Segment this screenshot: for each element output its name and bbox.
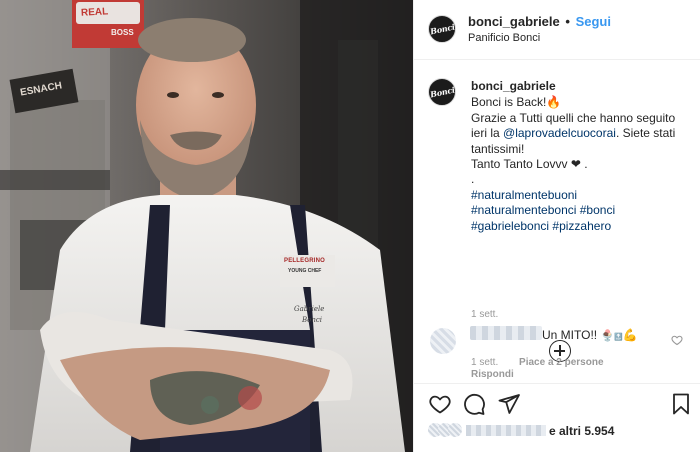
username-link[interactable]: bonci_gabriele	[468, 14, 560, 29]
caption-avatar-logo-text: Bonci	[428, 84, 456, 100]
avatar[interactable]: Bonci	[428, 15, 456, 43]
speech-bubble-icon[interactable]	[462, 392, 486, 416]
jacket-name-2: Bonci	[302, 316, 323, 324]
caption-line-1: Bonci is Back!🔥	[471, 95, 693, 110]
flexed-biceps-emoji: 💪	[622, 328, 638, 342]
jacket-name-1: Gabriele	[294, 305, 325, 313]
comment-text: Un MITO!! 🍨🔝💪	[542, 328, 638, 342]
caption-line-2: Grazie a Tutti quelli che hanno seguito …	[471, 111, 693, 157]
commenter-avatar[interactable]	[430, 328, 456, 354]
comment-meta: 1 sett. Piace a 2 persone	[471, 357, 604, 368]
hashtag-link[interactable]: #naturalmentebonci	[471, 203, 576, 217]
top-emoji: 🔝	[614, 334, 623, 341]
caption-line-1-text: Bonci is Back!	[471, 95, 547, 110]
hashtag-link[interactable]: #bonci	[580, 203, 615, 217]
chef-photo-illustration	[0, 0, 413, 452]
hashtag-link[interactable]: #gabrielebonci	[471, 219, 549, 233]
comment-item: Un MITO!! 🍨🔝💪 1 sett. Piace a 2 persone …	[414, 318, 700, 383]
hashtag-line-3: #gabrielebonci #pizzahero	[471, 219, 693, 234]
reply-button[interactable]: Rispondi	[471, 369, 514, 380]
fire-emoji: 🔥	[546, 95, 562, 110]
post-header: Bonci bonci_gabriele • Segui Panificio B…	[414, 0, 700, 60]
hashtag-link[interactable]: #naturalmentebuoni	[471, 188, 577, 202]
liker-username-blurred[interactable]	[466, 425, 546, 436]
likes-summary: e altri 5.954	[428, 421, 698, 441]
bookmark-icon[interactable]	[669, 392, 693, 416]
caption-text: bonci_gabriele Bonci is Back!🔥 Grazie a …	[471, 79, 693, 234]
post-photo: REAL BOSS ESNACH PELLEGRINO YOUNG CHEF G…	[0, 0, 413, 452]
mention-link[interactable]: @laprovadelcuocorai	[503, 126, 616, 140]
jacket-brand-text: PELLEGRINO	[284, 258, 326, 264]
comment-heart-icon[interactable]	[671, 333, 683, 351]
caption-username-link[interactable]: bonci_gabriele	[471, 79, 693, 94]
post-sidebar: Bonci bonci_gabriele • Segui Panificio B…	[413, 0, 700, 452]
separator-dot: •	[565, 14, 570, 29]
hashtag-line-1: #naturalmentebuoni	[471, 188, 693, 203]
caption-line-3: Tanto Tanto Lovvv ❤ .	[471, 157, 588, 172]
hashtag-link[interactable]: #pizzahero	[552, 219, 611, 233]
paper-plane-icon[interactable]	[497, 392, 521, 416]
jacket-sub-text: YOUNG CHEF	[288, 268, 322, 274]
location-link[interactable]: Panificio Bonci	[468, 32, 540, 44]
hashtag-line-2: #naturalmentebonci #bonci	[471, 203, 693, 218]
caption-line-4: .	[471, 172, 475, 187]
sign-top-sub-text: BOSS	[111, 28, 134, 37]
commenter-username-blurred[interactable]	[470, 326, 542, 340]
follow-button[interactable]: Segui	[576, 14, 611, 29]
avatar-logo-text: Bonci	[428, 21, 456, 37]
caption-avatar[interactable]: Bonci	[428, 78, 456, 106]
likes-count-link[interactable]: e altri 5.954	[549, 424, 614, 438]
ice-cream-emoji: 🍨	[600, 330, 615, 342]
liker-avatar[interactable]	[448, 423, 462, 437]
comment-timestamp[interactable]: 1 sett.	[471, 357, 498, 368]
action-bar: e altri 5.954	[414, 383, 700, 452]
sign-top-text: REAL	[80, 6, 109, 19]
comment-likes-link[interactable]: Piace a 2 persone	[519, 357, 604, 368]
heart-icon[interactable]	[428, 392, 452, 416]
comment-body: Un MITO!!	[542, 328, 598, 342]
header-user-line: bonci_gabriele • Segui	[468, 14, 611, 29]
